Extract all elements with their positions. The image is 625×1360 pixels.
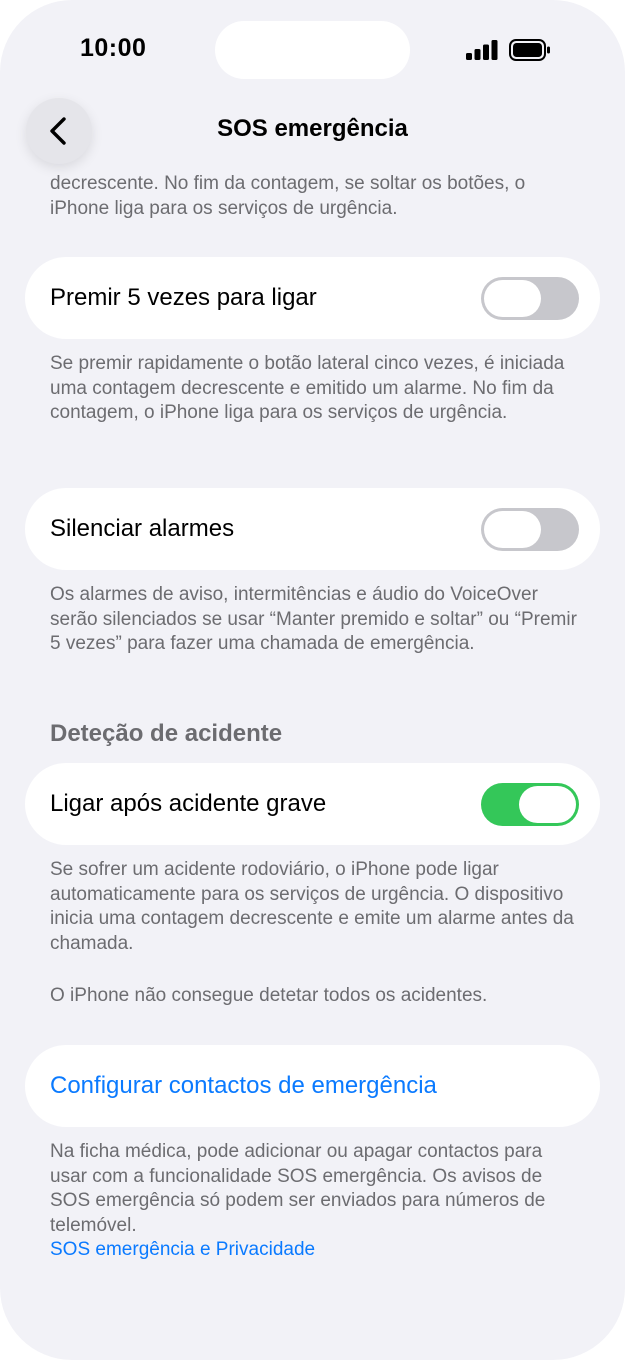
battery-icon — [509, 39, 550, 61]
setup-emergency-contacts-link[interactable]: Configurar contactos de emergência — [50, 1045, 437, 1127]
press-five-times-footer: Se premir rapidamente o botão lateral ci… — [50, 353, 565, 423]
silence-alarms-row[interactable]: Silenciar alarmes — [25, 488, 600, 570]
privacy-link[interactable]: SOS emergência e Privacidade — [50, 1239, 315, 1260]
call-after-crash-label: Ligar após acidente grave — [50, 790, 327, 817]
page-title: SOS emergência — [217, 115, 408, 142]
press-five-times-label: Premir 5 vezes para ligar — [50, 284, 317, 311]
toggle-knob — [519, 786, 576, 823]
toggle-knob — [484, 511, 541, 548]
call-after-crash-row[interactable]: Ligar após acidente grave — [25, 763, 600, 845]
press-five-times-row[interactable]: Premir 5 vezes para ligar — [25, 257, 600, 339]
press-five-times-toggle[interactable] — [481, 277, 579, 320]
toggle-knob — [484, 280, 541, 317]
crash-detection-header: Deteção de acidente — [50, 720, 283, 747]
phone-screen: 10:00 SOS emergência decrescente. No fim… — [0, 0, 625, 1360]
contacts-footer-text: Na ficha médica, pode adicionar ou apaga… — [50, 1141, 546, 1236]
silence-alarms-footer: Os alarmes de aviso, intermitências e áu… — [50, 584, 577, 654]
setup-emergency-contacts-row[interactable]: Configurar contactos de emergência — [25, 1045, 600, 1127]
signal-icon — [466, 40, 498, 60]
status-time: 10:00 — [80, 34, 147, 62]
intro-footer: decrescente. No fim da contagem, se solt… — [50, 173, 526, 219]
dynamic-island — [215, 21, 410, 79]
crash-footer: Se sofrer um acidente rodoviário, o iPho… — [50, 859, 574, 954]
call-after-crash-toggle[interactable] — [481, 783, 579, 826]
silence-alarms-toggle[interactable] — [481, 508, 579, 551]
contacts-footer: Na ficha médica, pode adicionar ou apaga… — [50, 1140, 580, 1263]
crash-disclaimer: O iPhone não consegue detetar todos os a… — [50, 985, 488, 1006]
silence-alarms-label: Silenciar alarmes — [50, 515, 235, 542]
